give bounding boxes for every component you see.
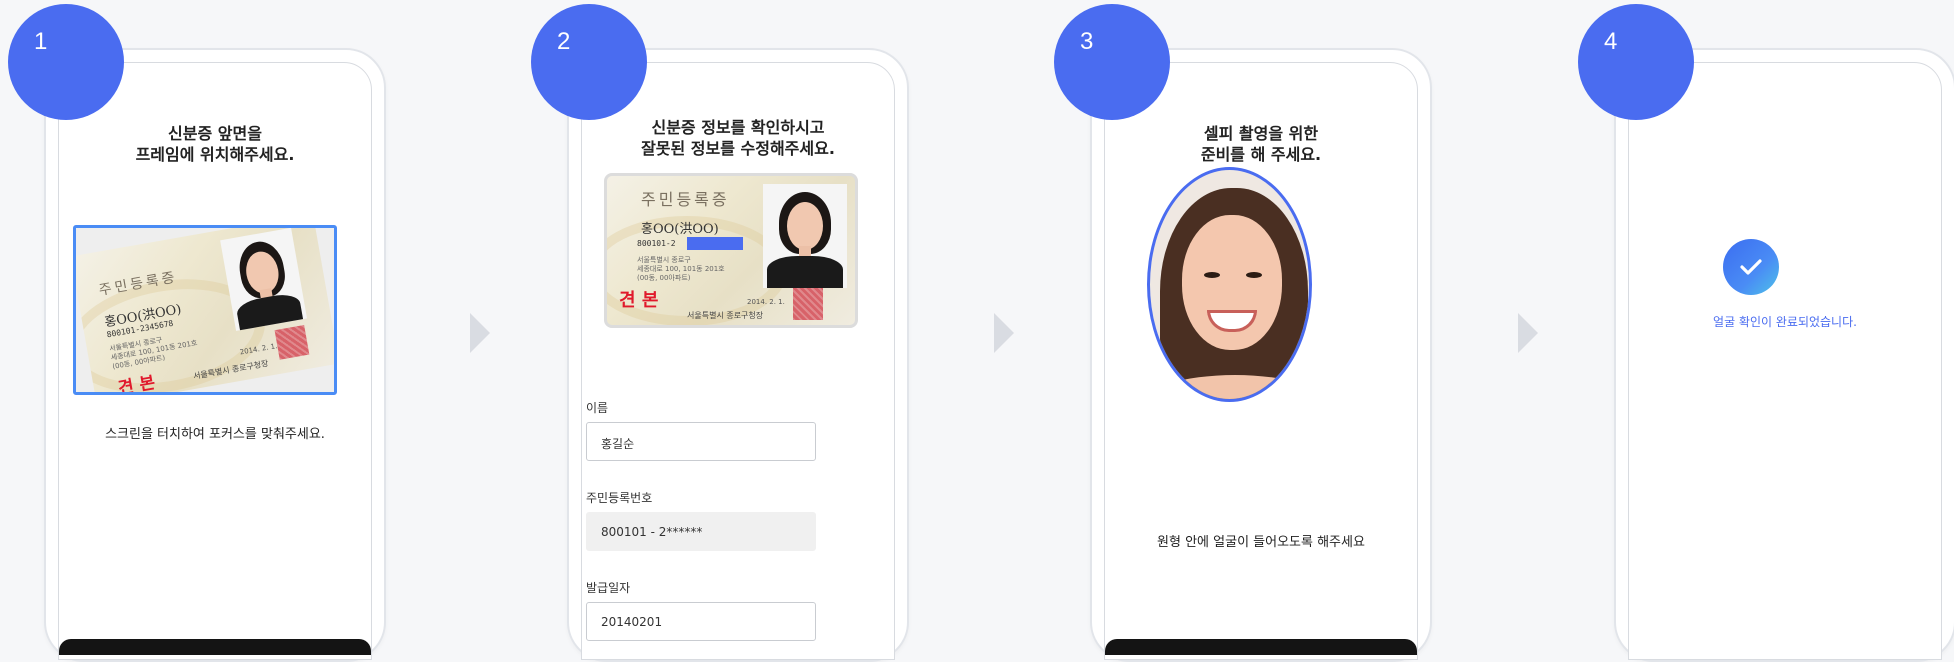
step-number-badge: 1 <box>8 4 124 120</box>
title-line: 프레임에 위치해주세요. <box>135 145 295 164</box>
step-hint: 원형 안에 얼굴이 들어오도록 해주세요 <box>1157 535 1365 550</box>
phone-frame: 셀피 촬영을 위한 준비를 해 주세요. 원형 안에 얼굴이 들어오도록 해주세… <box>1090 48 1432 662</box>
resident-number-field-label: 주민등록번호 <box>586 491 653 505</box>
id-card-image: 주민등록증 홍OO(洪OO) 800101-2 서울특별시 종로구 세종대로 1… <box>604 173 858 328</box>
title-line: 신분증 정보를 확인하시고 <box>651 118 825 137</box>
step-title: 신분증 앞면을 프레임에 위치해주세요. <box>59 123 371 165</box>
phone-screen: 신분증 정보를 확인하시고 잘못된 정보를 수정해주세요. 주민등록증 홍OO(… <box>581 62 895 660</box>
step-3: 셀피 촬영을 위한 준비를 해 주세요. 원형 안에 얼굴이 들어오도록 해주세… <box>1046 0 1432 662</box>
completion-message: 얼굴 확인이 완료되었습니다. <box>1713 315 1857 329</box>
title-line: 셀피 촬영을 위한 <box>1203 124 1319 143</box>
name-field[interactable]: 홍길순 <box>586 422 816 461</box>
resident-number-field: 800101 - 2****** <box>586 512 816 551</box>
card-title: 주민등록증 <box>641 190 730 209</box>
card-name: 홍OO(洪OO) <box>641 222 719 237</box>
issue-date-field-label: 발급일자 <box>586 581 631 595</box>
phone-frame: 신분증 앞면을 프레임에 위치해주세요. 주민등록증 홍OO(洪OO) 8001… <box>44 48 386 662</box>
step-number: 2 <box>557 28 571 55</box>
next-arrow-icon <box>994 313 1014 353</box>
card-seal <box>274 325 310 360</box>
card-seal <box>793 288 823 320</box>
title-line: 준비를 해 주세요. <box>1200 145 1322 164</box>
step-1: 신분증 앞면을 프레임에 위치해주세요. 주민등록증 홍OO(洪OO) 8001… <box>0 0 386 662</box>
card-issue-date: 2014. 2. 1. <box>747 298 785 306</box>
card-photo <box>220 228 308 331</box>
step-hint: 스크린을 터치하여 포커스를 맞춰주세요. <box>105 427 325 442</box>
step-number: 4 <box>1604 28 1618 55</box>
card-sample-mark: 견 본 <box>619 290 659 311</box>
step-number-badge: 2 <box>531 4 647 120</box>
phone-frame: 신분증 정보를 확인하시고 잘못된 정보를 수정해주세요. 주민등록증 홍OO(… <box>567 48 909 662</box>
title-line: 잘못된 정보를 수정해주세요. <box>641 139 835 158</box>
step-number-badge: 4 <box>1578 4 1694 120</box>
issue-date-field[interactable]: 20140201 <box>586 602 816 641</box>
phone-screen: 셀피 촬영을 위한 준비를 해 주세요. 원형 안에 얼굴이 들어오도록 해주세… <box>1104 62 1418 660</box>
phone-screen: 얼굴 확인이 완료되었습니다. <box>1628 62 1942 660</box>
next-arrow-icon <box>470 313 490 353</box>
step-number: 3 <box>1080 28 1094 55</box>
card-address: 서울특별시 종로구 세종대로 100, 101동 201호 (00동, 00아파… <box>637 256 725 283</box>
step-4: 얼굴 확인이 완료되었습니다. 4 <box>1570 0 1954 662</box>
step-2: 신분증 정보를 확인하시고 잘못된 정보를 수정해주세요. 주민등록증 홍OO(… <box>523 0 909 662</box>
next-arrow-icon <box>1518 313 1538 353</box>
selfie-face-frame[interactable] <box>1147 167 1312 402</box>
name-field-label: 이름 <box>586 401 609 415</box>
step-number: 1 <box>34 28 48 55</box>
check-icon <box>1723 239 1779 295</box>
card-authority: 서울특별시 종로구청장 <box>687 311 764 320</box>
card-photo <box>763 184 847 288</box>
phone-screen: 신분증 앞면을 프레임에 위치해주세요. 주민등록증 홍OO(洪OO) 8001… <box>58 62 372 660</box>
step-number-badge: 3 <box>1054 4 1170 120</box>
home-indicator-bar <box>1105 639 1417 655</box>
title-line: 신분증 앞면을 <box>168 124 262 143</box>
id-card-image: 주민등록증 홍OO(洪OO) 800101-2345678 서울특별시 종로구 … <box>76 228 334 392</box>
card-address-line: (00동, 00아파트) <box>637 274 691 282</box>
home-indicator-bar <box>59 639 371 655</box>
card-address-line: 서울특별시 종로구 <box>637 256 691 264</box>
card-address-line: 세종대로 100, 101동 201호 <box>637 265 725 273</box>
card-number: 800101-2 <box>637 239 676 248</box>
step-title: 셀피 촬영을 위한 준비를 해 주세요. <box>1105 123 1417 165</box>
id-card-frame[interactable]: 주민등록증 홍OO(洪OO) 800101-2345678 서울특별시 종로구 … <box>73 225 337 395</box>
step-title: 신분증 정보를 확인하시고 잘못된 정보를 수정해주세요. <box>582 117 894 159</box>
masked-number-highlight <box>687 237 743 250</box>
phone-frame: 얼굴 확인이 완료되었습니다. <box>1614 48 1954 662</box>
